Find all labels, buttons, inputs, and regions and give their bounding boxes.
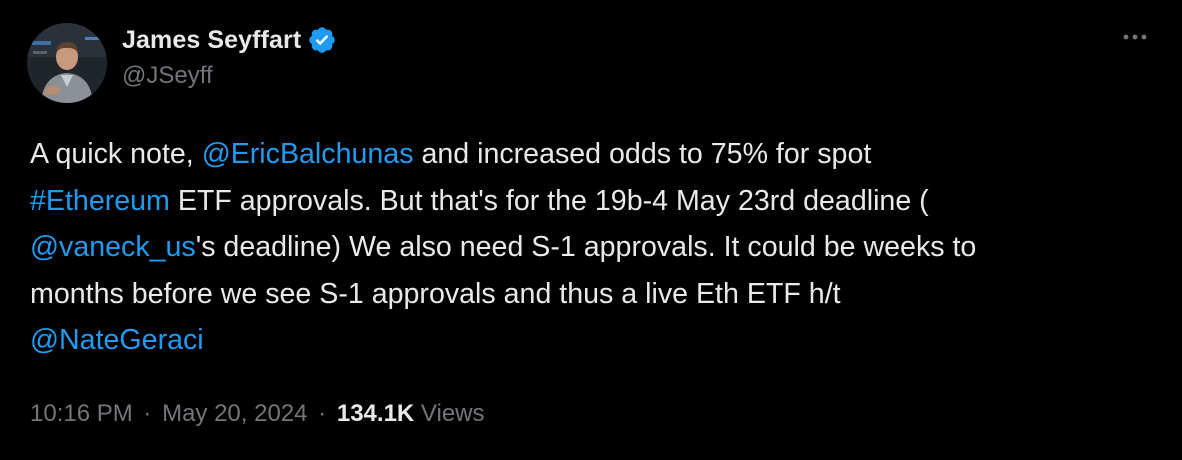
avatar[interactable]	[27, 23, 107, 103]
timestamp-time[interactable]: 10:16 PM	[30, 400, 133, 427]
mention-link[interactable]: @EricBalchunas	[202, 138, 414, 170]
mention-link[interactable]: @NateGeraci	[30, 324, 204, 356]
separator: ·	[143, 400, 152, 427]
text-segment: A quick note,	[30, 138, 202, 170]
tweet-text: A quick note, @EricBalchunas and increas…	[30, 131, 1165, 364]
text-segment: months before we see S-1 approvals and t…	[30, 277, 841, 310]
tweet-meta: 10:16 PM · May 20, 2024 · 134.1K Views	[30, 400, 485, 428]
mention-link[interactable]: @vaneck_us	[30, 231, 196, 263]
author-name-row: James Seyffart	[122, 23, 337, 57]
tweet-line: months before we see S-1 approvals and t…	[30, 271, 1165, 318]
avatar-photo	[27, 23, 107, 103]
separator: ·	[318, 400, 327, 427]
tweet-line: @vaneck_us's deadline) We also need S-1 …	[30, 224, 1165, 271]
tweet-line: @NateGeraci	[30, 317, 1165, 364]
tweet-card: James Seyffart @JSeyff A quick note, @Er…	[0, 0, 1182, 460]
views-count[interactable]: 134.1K	[337, 400, 414, 427]
more-options-button[interactable]	[1118, 24, 1152, 50]
text-segment: 's deadline) We also need S-1 approvals.…	[195, 231, 977, 263]
tweet-line: A quick note, @EricBalchunas and increas…	[30, 131, 1165, 178]
ellipsis-icon	[1122, 28, 1148, 46]
text-segment: and increased odds to 75% for spot	[413, 138, 872, 170]
hashtag-link[interactable]: #Ethereum	[30, 185, 170, 217]
views-label: Views	[420, 400, 485, 427]
timestamp-date[interactable]: May 20, 2024	[162, 400, 307, 427]
tweet-line: #Ethereum ETF approvals. But that's for …	[30, 178, 1165, 225]
text-segment: ETF approvals. But that's for the 19b-4 …	[169, 184, 929, 217]
author-name[interactable]: James Seyffart	[122, 26, 301, 55]
author-handle[interactable]: @JSeyff	[122, 62, 213, 90]
verified-badge-icon	[307, 25, 337, 55]
